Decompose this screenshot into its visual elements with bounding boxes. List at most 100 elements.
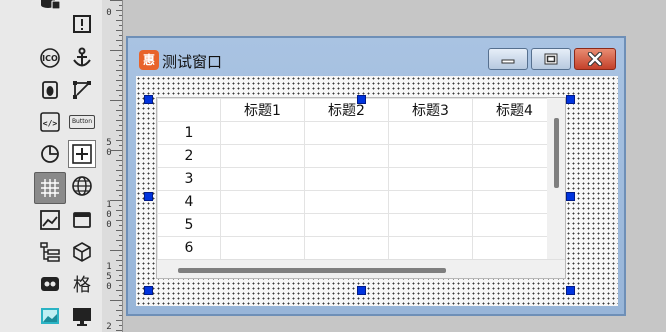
grid-cell[interactable] (220, 144, 305, 168)
grid-cell[interactable] (472, 121, 557, 145)
grid-cell[interactable] (220, 167, 305, 191)
ruler-tick (119, 185, 122, 186)
selection-handle-e[interactable] (566, 192, 575, 201)
grid-icon[interactable] (34, 172, 66, 204)
picture-icon[interactable] (36, 302, 64, 330)
anchor-icon[interactable] (68, 44, 96, 72)
grid-char-icon[interactable]: 格 (68, 270, 96, 298)
vertical-scroll-thumb[interactable] (554, 118, 559, 188)
grid-cell[interactable] (220, 190, 305, 214)
ruler-tick (116, 130, 122, 131)
ruler-tick (119, 225, 122, 226)
grid-cell[interactable] (220, 236, 305, 260)
grid-cell[interactable] (304, 121, 389, 145)
grid-row[interactable]: 6 (157, 236, 557, 260)
horizontal-scroll-thumb[interactable] (178, 268, 446, 273)
button-icon[interactable]: Button (68, 108, 96, 136)
maximize-button[interactable] (531, 48, 571, 70)
ruler-tick (116, 220, 122, 221)
database-icon[interactable] (36, 0, 64, 14)
grid-cell[interactable] (472, 213, 557, 237)
grid-cell[interactable] (304, 236, 389, 260)
grid-cell[interactable] (388, 236, 473, 260)
cube-icon[interactable] (68, 238, 96, 266)
grid-cell[interactable] (388, 144, 473, 168)
ruler-tick (116, 110, 122, 111)
grid-cell[interactable] (388, 121, 473, 145)
ruler-tick (116, 190, 122, 191)
grid-cell[interactable] (472, 236, 557, 260)
grid-row[interactable]: 1 (157, 121, 557, 145)
ico-icon[interactable]: ICO (36, 44, 64, 72)
grid-cell[interactable] (220, 121, 305, 145)
ruler-tick (119, 255, 122, 256)
grid-cell[interactable] (220, 213, 305, 237)
grid-cell[interactable] (388, 213, 473, 237)
ruler-tick (116, 260, 122, 261)
selection-handle-n[interactable] (357, 95, 366, 104)
grid-row[interactable]: 4 (157, 190, 557, 214)
selection-handle-s[interactable] (357, 286, 366, 295)
column-header[interactable]: 标题2 (304, 98, 389, 122)
selection-handle-se[interactable] (566, 286, 575, 295)
row-header[interactable]: 4 (157, 190, 221, 214)
horizontal-scrollbar[interactable] (157, 259, 565, 278)
grid-cell[interactable] (472, 167, 557, 191)
ruler-tick (110, 50, 122, 51)
grid-row[interactable]: 5 (157, 213, 557, 237)
row-header[interactable]: 2 (157, 144, 221, 168)
svg-text:</>: </> (43, 119, 58, 128)
selection-handle-sw[interactable] (144, 286, 153, 295)
row-header[interactable]: 1 (157, 121, 221, 145)
column-header[interactable]: 标题3 (388, 98, 473, 122)
selection-handle-nw[interactable] (144, 95, 153, 104)
grid-cell[interactable] (388, 167, 473, 191)
row-header[interactable]: 5 (157, 213, 221, 237)
column-header[interactable]: 标题4 (472, 98, 557, 122)
ruler-tick (119, 125, 122, 126)
grid-row[interactable]: 2 (157, 144, 557, 168)
window-titlebar[interactable]: 惠 测试窗口 (128, 38, 624, 78)
ruler-tick (119, 315, 122, 316)
grid-cell[interactable] (472, 190, 557, 214)
ruler-tick (116, 280, 122, 281)
row-header[interactable]: 3 (157, 167, 221, 191)
ruler-tick (119, 325, 122, 326)
window-client-area[interactable]: 标题1 标题2 标题3 标题4 123456 (136, 76, 618, 306)
polygon-edit-icon[interactable] (68, 76, 96, 104)
globe-icon[interactable] (68, 172, 96, 200)
tree-list-icon[interactable] (36, 238, 64, 266)
selection-handle-w[interactable] (144, 192, 153, 201)
selection-handle-ne[interactable] (566, 95, 575, 104)
grid-control[interactable]: 标题1 标题2 标题3 标题4 123456 (156, 97, 566, 279)
grid-cell[interactable] (304, 190, 389, 214)
row-header[interactable]: 6 (157, 236, 221, 260)
image-icon[interactable] (36, 206, 64, 234)
bug-icon[interactable] (36, 76, 64, 104)
code-icon[interactable]: </> (36, 108, 64, 136)
ruler-tick (119, 75, 122, 76)
monitor-icon[interactable] (68, 302, 96, 330)
grid-cell[interactable] (304, 167, 389, 191)
warning-icon[interactable] (68, 10, 96, 38)
column-header[interactable]: 标题1 (220, 98, 305, 122)
ruler-tick (116, 90, 122, 91)
vertical-ruler: 0 50 100 150 2 (102, 0, 123, 332)
design-window[interactable]: 惠 测试窗口 标题1 标题2 标题3 标题4 1 2 3 4 5 6 (126, 36, 626, 316)
vertical-scrollbar[interactable] (547, 98, 565, 260)
pie-chart-icon[interactable] (36, 140, 64, 168)
ruler-tick (116, 330, 122, 331)
window-icon[interactable] (68, 206, 96, 234)
grid-cell[interactable] (304, 213, 389, 237)
mask-icon[interactable] (36, 270, 64, 298)
grid-cell[interactable] (472, 144, 557, 168)
ruler-tick (116, 20, 122, 21)
svg-text:ICO: ICO (42, 54, 58, 63)
add-box-icon[interactable] (68, 140, 96, 168)
close-button[interactable] (574, 48, 616, 70)
grid-cell[interactable] (304, 144, 389, 168)
minimize-button[interactable] (488, 48, 528, 70)
grid-cell[interactable] (388, 190, 473, 214)
grid-row[interactable]: 3 (157, 167, 557, 191)
ruler-tick (116, 210, 122, 211)
